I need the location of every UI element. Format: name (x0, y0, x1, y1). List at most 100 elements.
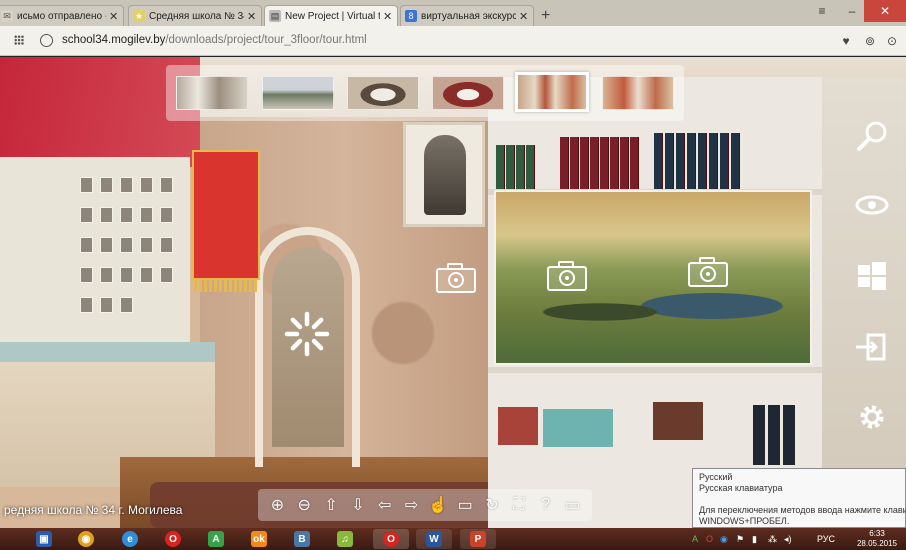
tab-title: Средняя школа № 34 г. М (149, 10, 244, 22)
gyro-icon[interactable] (850, 185, 894, 225)
panorama-viewport[interactable]: ⊕ ⊖ ⇧ ⇩ ⇦ ⇨ ☝ ▭ ↻ ⛶ ? ▭ редняя школа № 3… (0, 57, 906, 528)
hide-icon[interactable]: ▭ (455, 495, 475, 515)
zoom-out-icon[interactable]: ⊖ (294, 495, 314, 515)
odnoklassniki-icon: ok (251, 531, 267, 547)
taskbar-word[interactable]: W (416, 529, 452, 549)
tab-title: исьмо отправлено - h: (17, 10, 106, 22)
tab-1[interactable]: ✉ исьмо отправлено - h: ✕ (0, 5, 124, 26)
clock-date: 28.05.2015 (856, 539, 898, 548)
music-icon: ♫ (337, 531, 353, 547)
close-tab-icon[interactable]: ✕ (519, 10, 529, 23)
language-indicator[interactable]: РУС (806, 531, 846, 547)
thumbnail-scene-6[interactable] (602, 76, 674, 110)
taskbar-music[interactable]: ♫ (327, 529, 363, 549)
zoom-in-icon[interactable]: ⊕ (267, 495, 287, 515)
tab-2[interactable]: ★ Средняя школа № 34 г. М ✕ (128, 5, 262, 26)
adobe-tray-icon[interactable]: A (692, 531, 698, 547)
download-icon[interactable]: ⊚ (862, 33, 878, 49)
school-icon: ★ (133, 10, 145, 22)
new-tab-button[interactable]: + (541, 7, 550, 25)
tooltip-line: WINDOWS+ПРОБЕЛ. (699, 516, 790, 526)
network-tray-icon[interactable]: ◉ (720, 531, 728, 547)
account-icon[interactable]: ⊙ (884, 33, 900, 49)
hand-icon[interactable]: ☝ (428, 495, 448, 515)
page-icon: ▤ (269, 10, 281, 22)
close-tab-icon[interactable]: ✕ (383, 10, 393, 23)
zoom-icon[interactable] (850, 117, 894, 157)
chrome-icon: ◉ (78, 531, 94, 547)
taskbar-opera[interactable]: O (155, 529, 191, 549)
taskbar-ie[interactable]: e (112, 529, 148, 549)
tooltip-line: Русский (699, 472, 733, 482)
language-tooltip: Русский Русская клавиатура Для переключе… (692, 468, 906, 528)
url-host: school34.mogilev.by (62, 34, 166, 46)
menu-icon[interactable]: ≡ (808, 0, 836, 22)
camera-hotspot[interactable] (547, 261, 587, 291)
save-icon: ▣ (36, 531, 52, 547)
close-tab-icon[interactable]: ✕ (247, 10, 257, 23)
camera-hotspot[interactable] (688, 257, 728, 287)
opera-icon: O (165, 531, 181, 547)
browser-tab-bar: ✉ исьмо отправлено - h: ✕ ★ Средняя школ… (0, 0, 906, 26)
adobe-icon: A (208, 531, 224, 547)
autorotate-icon[interactable]: ↻ (482, 495, 502, 515)
taskbar-adobe[interactable]: A (198, 529, 234, 549)
tooltip-line: Русская клавиатура (699, 483, 783, 493)
diorama-painting (494, 190, 812, 365)
mail-icon: ✉ (1, 10, 13, 22)
tab-title: New Project | Virtual tour (285, 10, 380, 22)
loading-spinner-icon (284, 311, 330, 357)
taskbar-odnoklassniki[interactable]: ok (241, 529, 277, 549)
volume-tray-icon[interactable]: ◂) (784, 531, 792, 547)
thumbnail-scene-1[interactable] (176, 76, 248, 110)
tab-title: виртуальная экскурсия ш (421, 10, 516, 22)
scene-thumbnail-strip (166, 65, 684, 121)
thumbnail-scene-4[interactable] (432, 76, 504, 110)
window-icon[interactable]: ▭ (563, 495, 583, 515)
tour-caption: редняя школа № 34 г. Могилева (4, 503, 183, 517)
clock-time: 6:33 (869, 529, 885, 538)
apps-grid-icon[interactable] (14, 35, 24, 45)
tab-4[interactable]: 8 виртуальная экскурсия ш ✕ (400, 5, 534, 26)
fullscreen-icon[interactable]: ⛶ (509, 495, 529, 515)
thumbnail-scene-2[interactable] (262, 76, 334, 110)
vk-icon: B (294, 531, 310, 547)
taskbar: ▣ ◉ e O A ok B ♫ O W P A O ◉ ⚑ ▮ ⁂ ◂) РУ… (0, 528, 906, 550)
tab-3[interactable]: ▤ New Project | Virtual tour ✕ (264, 5, 398, 26)
photo-board (0, 157, 190, 347)
site-info-icon[interactable] (40, 34, 53, 47)
tooltip-line: Для переключения методов ввода нажмите к… (699, 505, 906, 515)
windows-icon[interactable] (850, 253, 894, 293)
battery-tray-icon[interactable]: ▮ (752, 531, 757, 547)
heart-icon[interactable]: ♥ (838, 33, 854, 49)
opera-tray-icon[interactable]: O (706, 531, 713, 547)
url-field[interactable]: school34.mogilev.by/downloads/project/to… (62, 34, 367, 46)
taskbar-chrome[interactable]: ◉ (68, 529, 104, 549)
taskbar-powerpoint[interactable]: P (460, 529, 496, 549)
down-arrow-icon[interactable]: ⇩ (348, 495, 368, 515)
flag-tray-icon[interactable]: ⚑ (736, 531, 744, 547)
right-arrow-icon[interactable]: ⇨ (402, 495, 422, 515)
search-icon: 8 (405, 10, 417, 22)
portrait (403, 122, 485, 227)
powerpoint-icon: P (470, 531, 486, 547)
taskbar-opera-active[interactable]: O (373, 529, 409, 549)
ie-icon: e (122, 531, 138, 547)
signal-tray-icon[interactable]: ⁂ (768, 531, 777, 547)
red-banner (192, 150, 260, 292)
settings-icon[interactable] (850, 397, 894, 437)
exit-icon[interactable] (850, 327, 894, 367)
clock[interactable]: 6:33 28.05.2015 (852, 529, 902, 549)
close-window-button[interactable]: ✕ (864, 0, 906, 22)
word-icon: W (426, 531, 442, 547)
help-icon[interactable]: ? (536, 495, 556, 515)
close-tab-icon[interactable]: ✕ (109, 10, 119, 23)
navigation-bar: ⊕ ⊖ ⇧ ⇩ ⇦ ⇨ ☝ ▭ ↻ ⛶ ? ▭ (258, 489, 592, 521)
camera-hotspot[interactable] (436, 263, 476, 293)
up-arrow-icon[interactable]: ⇧ (321, 495, 341, 515)
thumbnail-scene-5[interactable] (515, 72, 589, 112)
thumbnail-scene-3[interactable] (347, 76, 419, 110)
taskbar-vk[interactable]: B (284, 529, 320, 549)
taskbar-save[interactable]: ▣ (26, 529, 62, 549)
left-arrow-icon[interactable]: ⇦ (375, 495, 395, 515)
